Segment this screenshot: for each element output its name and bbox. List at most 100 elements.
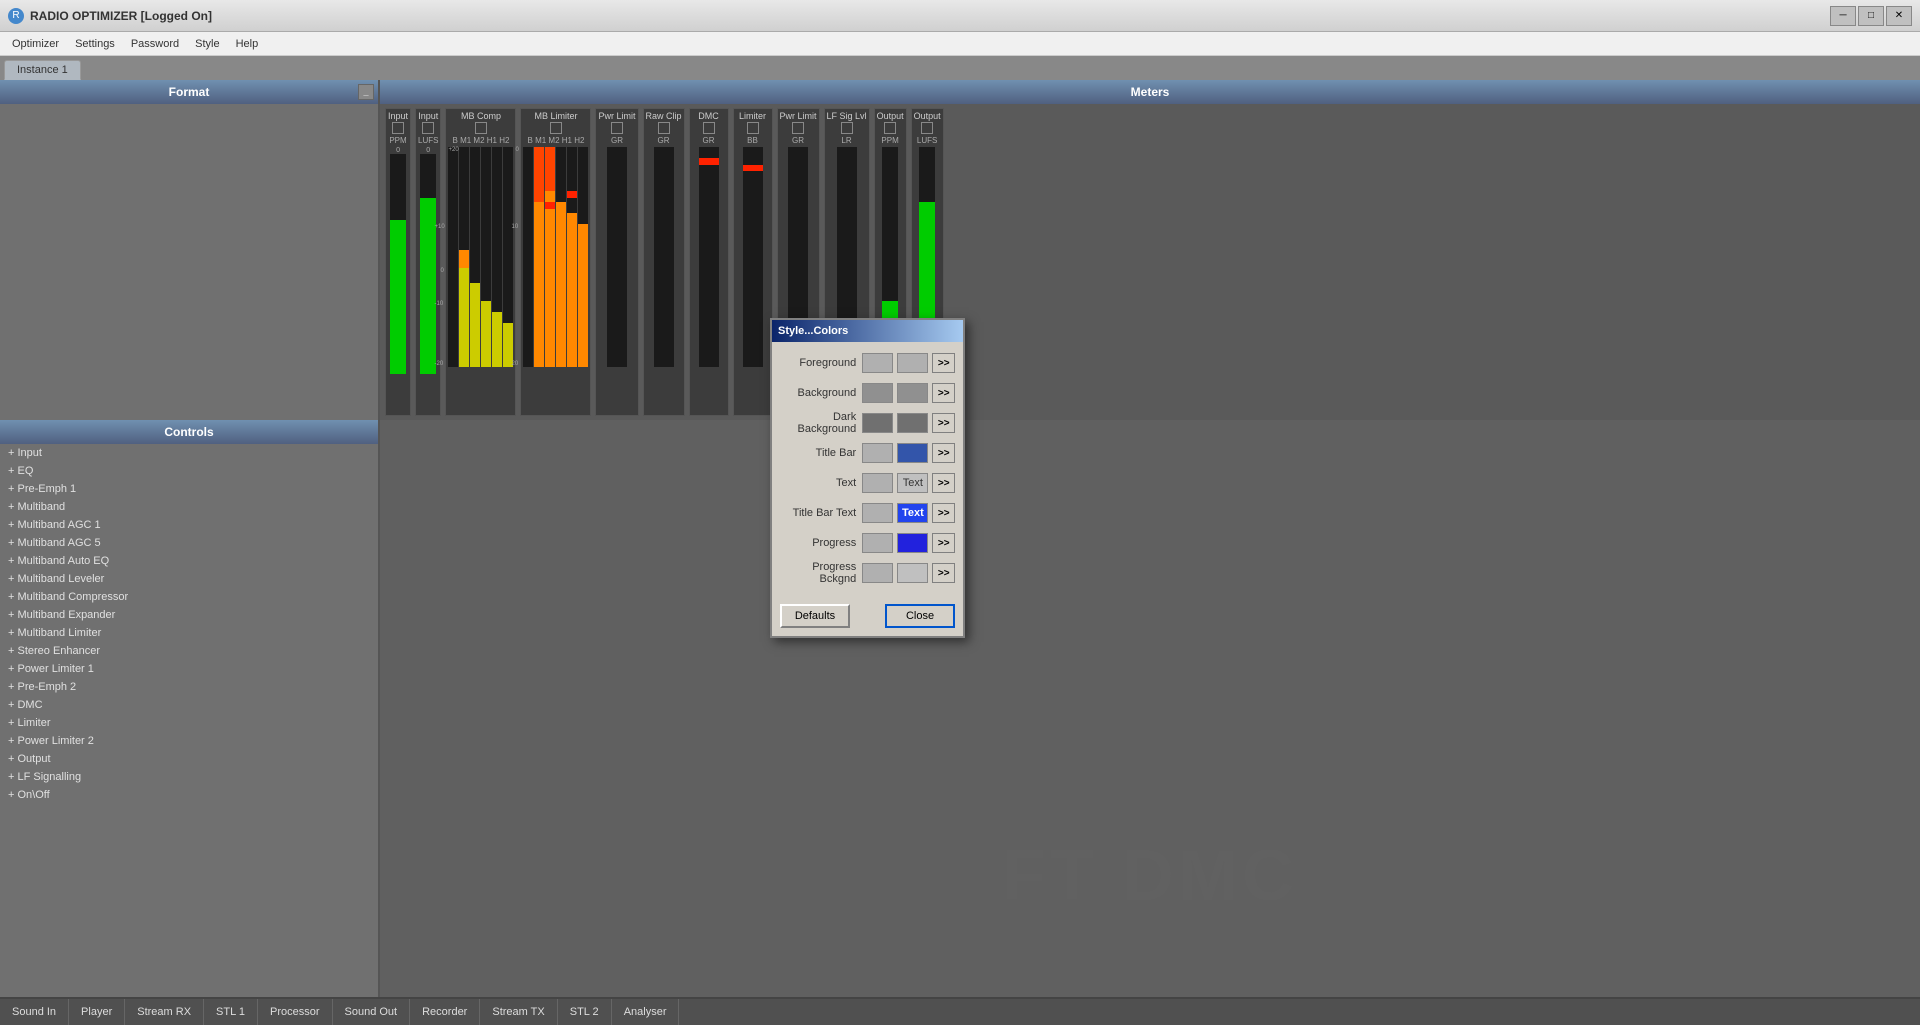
control-mb-agc-5[interactable]: + Multiband AGC 5 — [0, 534, 378, 552]
minimize-button[interactable]: ─ — [1830, 6, 1856, 26]
app-title: RADIO OPTIMIZER [Logged On] — [30, 9, 212, 23]
color-row-dark-bg: Dark Background >> — [780, 410, 955, 436]
meter-pwr-limit-checkbox[interactable] — [611, 122, 623, 134]
meters-title: Meters — [380, 80, 1920, 104]
meter-limiter: Limiter BB 0 20 40 — [733, 108, 773, 416]
window-controls: ─ □ ✕ — [1830, 6, 1912, 26]
control-limiter[interactable]: + Limiter — [0, 714, 378, 732]
control-multiband[interactable]: + Multiband — [0, 498, 378, 516]
meter-input-lufs: Input LUFS 0 0 10 20 30 — [415, 108, 441, 416]
control-pwr-limiter-2[interactable]: + Power Limiter 2 — [0, 732, 378, 750]
dialog-body: Foreground >> Background >> Dark Backgro… — [772, 342, 963, 598]
status-stl-2: STL 2 — [558, 999, 612, 1025]
control-mb-leveler[interactable]: + Multiband Leveler — [0, 570, 378, 588]
format-panel: Format _ — [0, 80, 380, 420]
menu-optimizer[interactable]: Optimizer — [4, 36, 67, 52]
preview-text[interactable]: Text — [897, 473, 928, 493]
control-mb-auto-eq[interactable]: + Multiband Auto EQ — [0, 552, 378, 570]
swatch-background[interactable] — [862, 383, 893, 403]
control-pwr-limiter-1[interactable]: + Power Limiter 1 — [0, 660, 378, 678]
arrow-dark-bg[interactable]: >> — [932, 413, 955, 433]
preview-background[interactable] — [897, 383, 928, 403]
meter-pwr-limit-2-checkbox[interactable] — [792, 122, 804, 134]
control-mb-compressor[interactable]: + Multiband Compressor — [0, 588, 378, 606]
preview-progress[interactable] — [897, 533, 928, 553]
meters-panel: Meters Input PPM 0 0 10 20 30 — [380, 80, 1920, 420]
meter-output-lufs-checkbox[interactable] — [921, 122, 933, 134]
menu-help[interactable]: Help — [228, 36, 267, 52]
menu-style[interactable]: Style — [187, 36, 227, 52]
label-progress: Progress — [780, 537, 862, 549]
meter-raw-clip: Raw Clip GR 0 10 20 — [643, 108, 685, 416]
control-input[interactable]: + Input — [0, 444, 378, 462]
meter-lf-checkbox[interactable] — [841, 122, 853, 134]
preview-progress-bg[interactable] — [897, 563, 928, 583]
meter-checkbox-lufs[interactable] — [422, 122, 434, 134]
preview-title-bar[interactable] — [897, 443, 928, 463]
swatch-text[interactable] — [862, 473, 893, 493]
meter-mb-comp-checkbox[interactable] — [475, 122, 487, 134]
control-mb-limiter[interactable]: + Multiband Limiter — [0, 624, 378, 642]
control-pre-emph-2[interactable]: + Pre-Emph 2 — [0, 678, 378, 696]
arrow-progress-bg[interactable]: >> — [932, 563, 955, 583]
preview-title-bar-text[interactable]: Text — [897, 503, 928, 523]
meter-raw-clip-checkbox[interactable] — [658, 122, 670, 134]
menu-settings[interactable]: Settings — [67, 36, 123, 52]
control-stereo-enhancer[interactable]: + Stereo Enhancer — [0, 642, 378, 660]
format-minimize[interactable]: _ — [358, 84, 374, 100]
swatch-foreground[interactable] — [862, 353, 893, 373]
main-workspace: FT DMC — [380, 420, 1920, 997]
meter-input-ppm: Input PPM 0 0 10 20 30 — [385, 108, 411, 416]
meter-output-ppm-checkbox[interactable] — [884, 122, 896, 134]
status-stream-tx: Stream TX — [480, 999, 557, 1025]
style-colors-dialog: Style...Colors Foreground >> Background … — [770, 318, 965, 638]
preview-foreground[interactable] — [897, 353, 928, 373]
label-dark-bg: Dark Background — [780, 411, 862, 435]
meter-dmc-checkbox[interactable] — [703, 122, 715, 134]
meters-container: Input PPM 0 0 10 20 30 — [380, 104, 1920, 420]
defaults-button[interactable]: Defaults — [780, 604, 850, 628]
dialog-title: Style...Colors — [778, 325, 848, 337]
status-recorder: Recorder — [410, 999, 480, 1025]
dialog-title-bar[interactable]: Style...Colors — [772, 320, 963, 342]
arrow-text[interactable]: >> — [932, 473, 955, 493]
arrow-background[interactable]: >> — [932, 383, 955, 403]
menu-password[interactable]: Password — [123, 36, 187, 52]
control-output[interactable]: + Output — [0, 750, 378, 768]
meter-limiter-checkbox[interactable] — [747, 122, 759, 134]
meter-mb-comp: MB Comp B M1 M2 H1 H2 +20 +10 0 -10 -20 — [445, 108, 516, 416]
swatch-title-bar[interactable] — [862, 443, 893, 463]
controls-header: Controls — [0, 420, 378, 444]
swatch-progress-bg[interactable] — [862, 563, 893, 583]
close-button[interactable]: ✕ — [1886, 6, 1912, 26]
swatch-dark-bg[interactable] — [862, 413, 893, 433]
arrow-progress[interactable]: >> — [932, 533, 955, 553]
format-header: Format _ — [0, 80, 378, 104]
close-button-dialog[interactable]: Close — [885, 604, 955, 628]
tab-instance-1[interactable]: Instance 1 — [4, 60, 81, 80]
control-lf-signalling[interactable]: + LF Signalling — [0, 768, 378, 786]
control-on-off[interactable]: + On\Off — [0, 786, 378, 804]
arrow-title-bar[interactable]: >> — [932, 443, 955, 463]
control-dmc[interactable]: + DMC — [0, 696, 378, 714]
arrow-foreground[interactable]: >> — [932, 353, 955, 373]
control-eq[interactable]: + EQ — [0, 462, 378, 480]
preview-dark-bg[interactable] — [897, 413, 928, 433]
meter-bar-lufs: 0 10 20 30 — [420, 154, 436, 374]
swatch-title-bar-text[interactable] — [862, 503, 893, 523]
tab-bar: Instance 1 — [0, 56, 1920, 80]
control-mb-agc-1[interactable]: + Multiband AGC 1 — [0, 516, 378, 534]
control-mb-expander[interactable]: + Multiband Expander — [0, 606, 378, 624]
meter-checkbox[interactable] — [392, 122, 404, 134]
label-progress-bg: Progress Bckgnd — [780, 561, 862, 585]
control-pre-emph-1[interactable]: + Pre-Emph 1 — [0, 480, 378, 498]
dialog-footer: Defaults Close — [772, 598, 963, 636]
arrow-title-bar-text[interactable]: >> — [932, 503, 955, 523]
status-sound-out: Sound Out — [333, 999, 411, 1025]
meter-mb-limiter-checkbox[interactable] — [550, 122, 562, 134]
label-foreground: Foreground — [780, 357, 862, 369]
label-title-bar: Title Bar — [780, 447, 862, 459]
swatch-progress[interactable] — [862, 533, 893, 553]
meter-pwr-limit: Pwr Limit GR 0 10 20 — [595, 108, 638, 416]
maximize-button[interactable]: □ — [1858, 6, 1884, 26]
